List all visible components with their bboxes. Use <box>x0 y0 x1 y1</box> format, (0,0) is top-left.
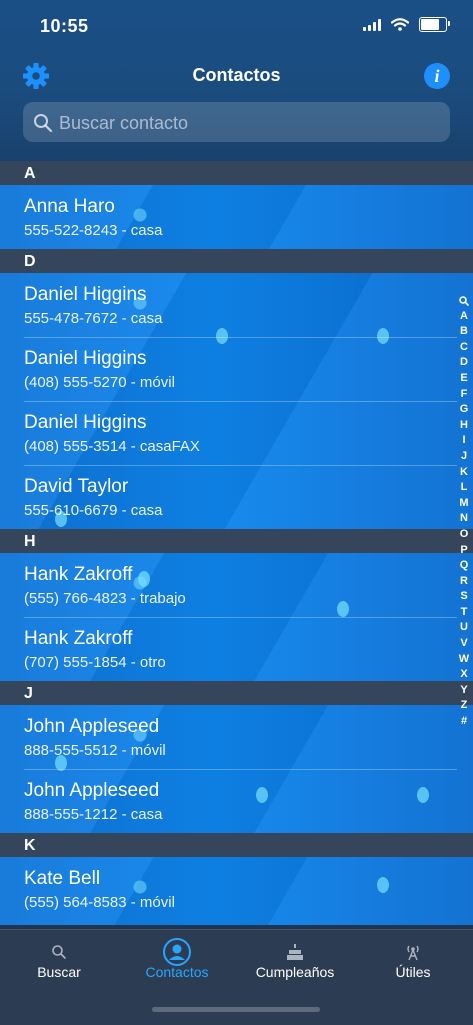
info-icon[interactable]: i <box>424 63 450 89</box>
index-letter[interactable]: A <box>455 309 473 325</box>
person-circle-icon <box>118 938 236 966</box>
index-letter[interactable]: M <box>455 496 473 512</box>
index-letter[interactable]: H <box>455 418 473 434</box>
contact-phone: 555-522-8243 - casa <box>24 222 163 239</box>
index-letter[interactable]: G <box>455 402 473 418</box>
contact-row[interactable]: Daniel Higgins (408) 555-5270 - móvil <box>0 337 473 401</box>
index-letter[interactable]: B <box>455 324 473 340</box>
status-bar: 10:55 <box>0 0 473 52</box>
contact-phone: (408) 555-3514 - casaFAX <box>24 438 200 455</box>
index-letter[interactable]: F <box>455 387 473 403</box>
index-letter[interactable]: K <box>455 465 473 481</box>
contact-name: Anna Haro <box>24 196 115 217</box>
search-icon <box>0 938 118 966</box>
section-k: Kate Bell (555) 564-8583 - móvil <box>0 857 473 925</box>
index-letter[interactable]: C <box>455 340 473 356</box>
section-d: Daniel Higgins 555-478-7672 - casa Danie… <box>0 273 473 529</box>
contact-name: Hank Zakroff <box>24 628 133 649</box>
search-icon <box>34 114 53 133</box>
signal-icon <box>363 18 381 31</box>
battery-icon <box>419 17 450 32</box>
index-search-icon[interactable] <box>455 293 473 309</box>
index-letter[interactable]: D <box>455 355 473 371</box>
contact-row[interactable]: Daniel Higgins 555-478-7672 - casa <box>0 273 473 337</box>
index-letter[interactable]: P <box>455 543 473 559</box>
contact-phone: (408) 555-5270 - móvil <box>24 374 175 391</box>
index-letter[interactable]: R <box>455 574 473 590</box>
contact-name: John Appleseed <box>24 716 160 737</box>
contact-row[interactable]: Kate Bell (555) 564-8583 - móvil <box>0 857 473 921</box>
contact-row[interactable]: John Appleseed 888-555-5512 - móvil <box>0 705 473 769</box>
section-header-h: H <box>0 529 473 553</box>
index-letter[interactable]: I <box>455 433 473 449</box>
tab-label: Útiles <box>395 964 431 980</box>
index-letter[interactable]: E <box>455 371 473 387</box>
contact-phone: (555) 766-4823 - trabajo <box>24 590 186 607</box>
contact-row[interactable]: David Taylor 555-610-6679 - casa <box>0 465 473 529</box>
tab-label: Contactos <box>145 964 209 980</box>
index-letter[interactable]: Y <box>455 683 473 699</box>
tab-utiles[interactable]: Útiles <box>354 930 472 990</box>
tab-contactos[interactable]: Contactos <box>118 930 236 990</box>
contact-row[interactable]: Anna Haro 555-522-8243 - casa <box>0 185 473 249</box>
contact-name: Kate Bell <box>24 868 101 889</box>
section-header-j: J <box>0 681 473 705</box>
contact-row[interactable]: Hank Zakroff (707) 555-1854 - otro <box>0 617 473 681</box>
contact-name: Daniel Higgins <box>24 284 147 305</box>
index-letter[interactable]: J <box>455 449 473 465</box>
section-j: John Appleseed 888-555-5512 - móvil John… <box>0 705 473 833</box>
cake-icon <box>236 938 354 966</box>
section-header-a: A <box>0 161 473 185</box>
search-input[interactable] <box>57 102 441 144</box>
index-letters: A B C D E F G H I J K L M N O P Q R S T U V W X Y Z # <box>455 309 473 730</box>
contact-phone: 888-555-1212 - casa <box>24 806 163 823</box>
contact-phone: (707) 555-1854 - otro <box>24 654 166 671</box>
header: 10:55 Contactos i <box>0 0 473 161</box>
section-header-k: K <box>0 833 473 857</box>
section-h: Hank Zakroff (555) 766-4823 - trabajo Ha… <box>0 553 473 681</box>
contact-name: Daniel Higgins <box>24 348 147 369</box>
contact-row[interactable]: John Appleseed 888-555-1212 - casa <box>0 769 473 833</box>
index-letter[interactable]: Q <box>455 558 473 574</box>
contact-list[interactable]: A Anna Haro 555-522-8243 - casa D Daniel… <box>0 161 473 929</box>
index-letter[interactable]: S <box>455 589 473 605</box>
section-header-d: D <box>0 249 473 273</box>
index-letter[interactable]: U <box>455 620 473 636</box>
contact-row[interactable]: Daniel Higgins (408) 555-3514 - casaFAX <box>0 401 473 465</box>
contact-phone: 555-610-6679 - casa <box>24 502 163 519</box>
index-letter[interactable]: W <box>455 652 473 668</box>
index-letter[interactable]: Z <box>455 698 473 714</box>
section-index-bar[interactable]: A B C D E F G H I J K L M N O P Q R S T U V W X Y Z # <box>455 293 473 730</box>
search-bar[interactable] <box>23 102 450 144</box>
index-letter[interactable]: X <box>455 667 473 683</box>
tab-label: Buscar <box>37 964 81 980</box>
index-letter[interactable]: V <box>455 636 473 652</box>
home-indicator <box>152 1007 320 1012</box>
contact-row[interactable]: Hank Zakroff (555) 766-4823 - trabajo <box>0 553 473 617</box>
contact-name: John Appleseed <box>24 780 160 801</box>
antenna-icon <box>354 938 472 966</box>
tab-label: Cumpleaños <box>255 964 335 980</box>
contact-name: David Taylor <box>24 476 129 497</box>
contact-name: Daniel Higgins <box>24 412 147 433</box>
index-letter[interactable]: N <box>455 511 473 527</box>
index-letter[interactable]: # <box>455 714 473 730</box>
contact-phone: 555-478-7672 - casa <box>24 310 163 327</box>
contact-name: Hank Zakroff <box>24 564 133 585</box>
contact-phone: 888-555-5512 - móvil <box>24 742 166 759</box>
index-letter[interactable]: L <box>455 480 473 496</box>
status-icons <box>363 17 450 32</box>
index-letter[interactable]: O <box>455 527 473 543</box>
tab-cumpleanos[interactable]: Cumpleaños <box>236 930 354 990</box>
contact-phone: (555) 564-8583 - móvil <box>24 894 175 911</box>
index-letter[interactable]: T <box>455 605 473 621</box>
page-title: Contactos <box>192 65 281 85</box>
tab-buscar[interactable]: Buscar <box>0 930 118 990</box>
wifi-icon <box>391 18 409 31</box>
section-a: Anna Haro 555-522-8243 - casa <box>0 185 473 249</box>
status-time: 10:55 <box>40 16 89 36</box>
